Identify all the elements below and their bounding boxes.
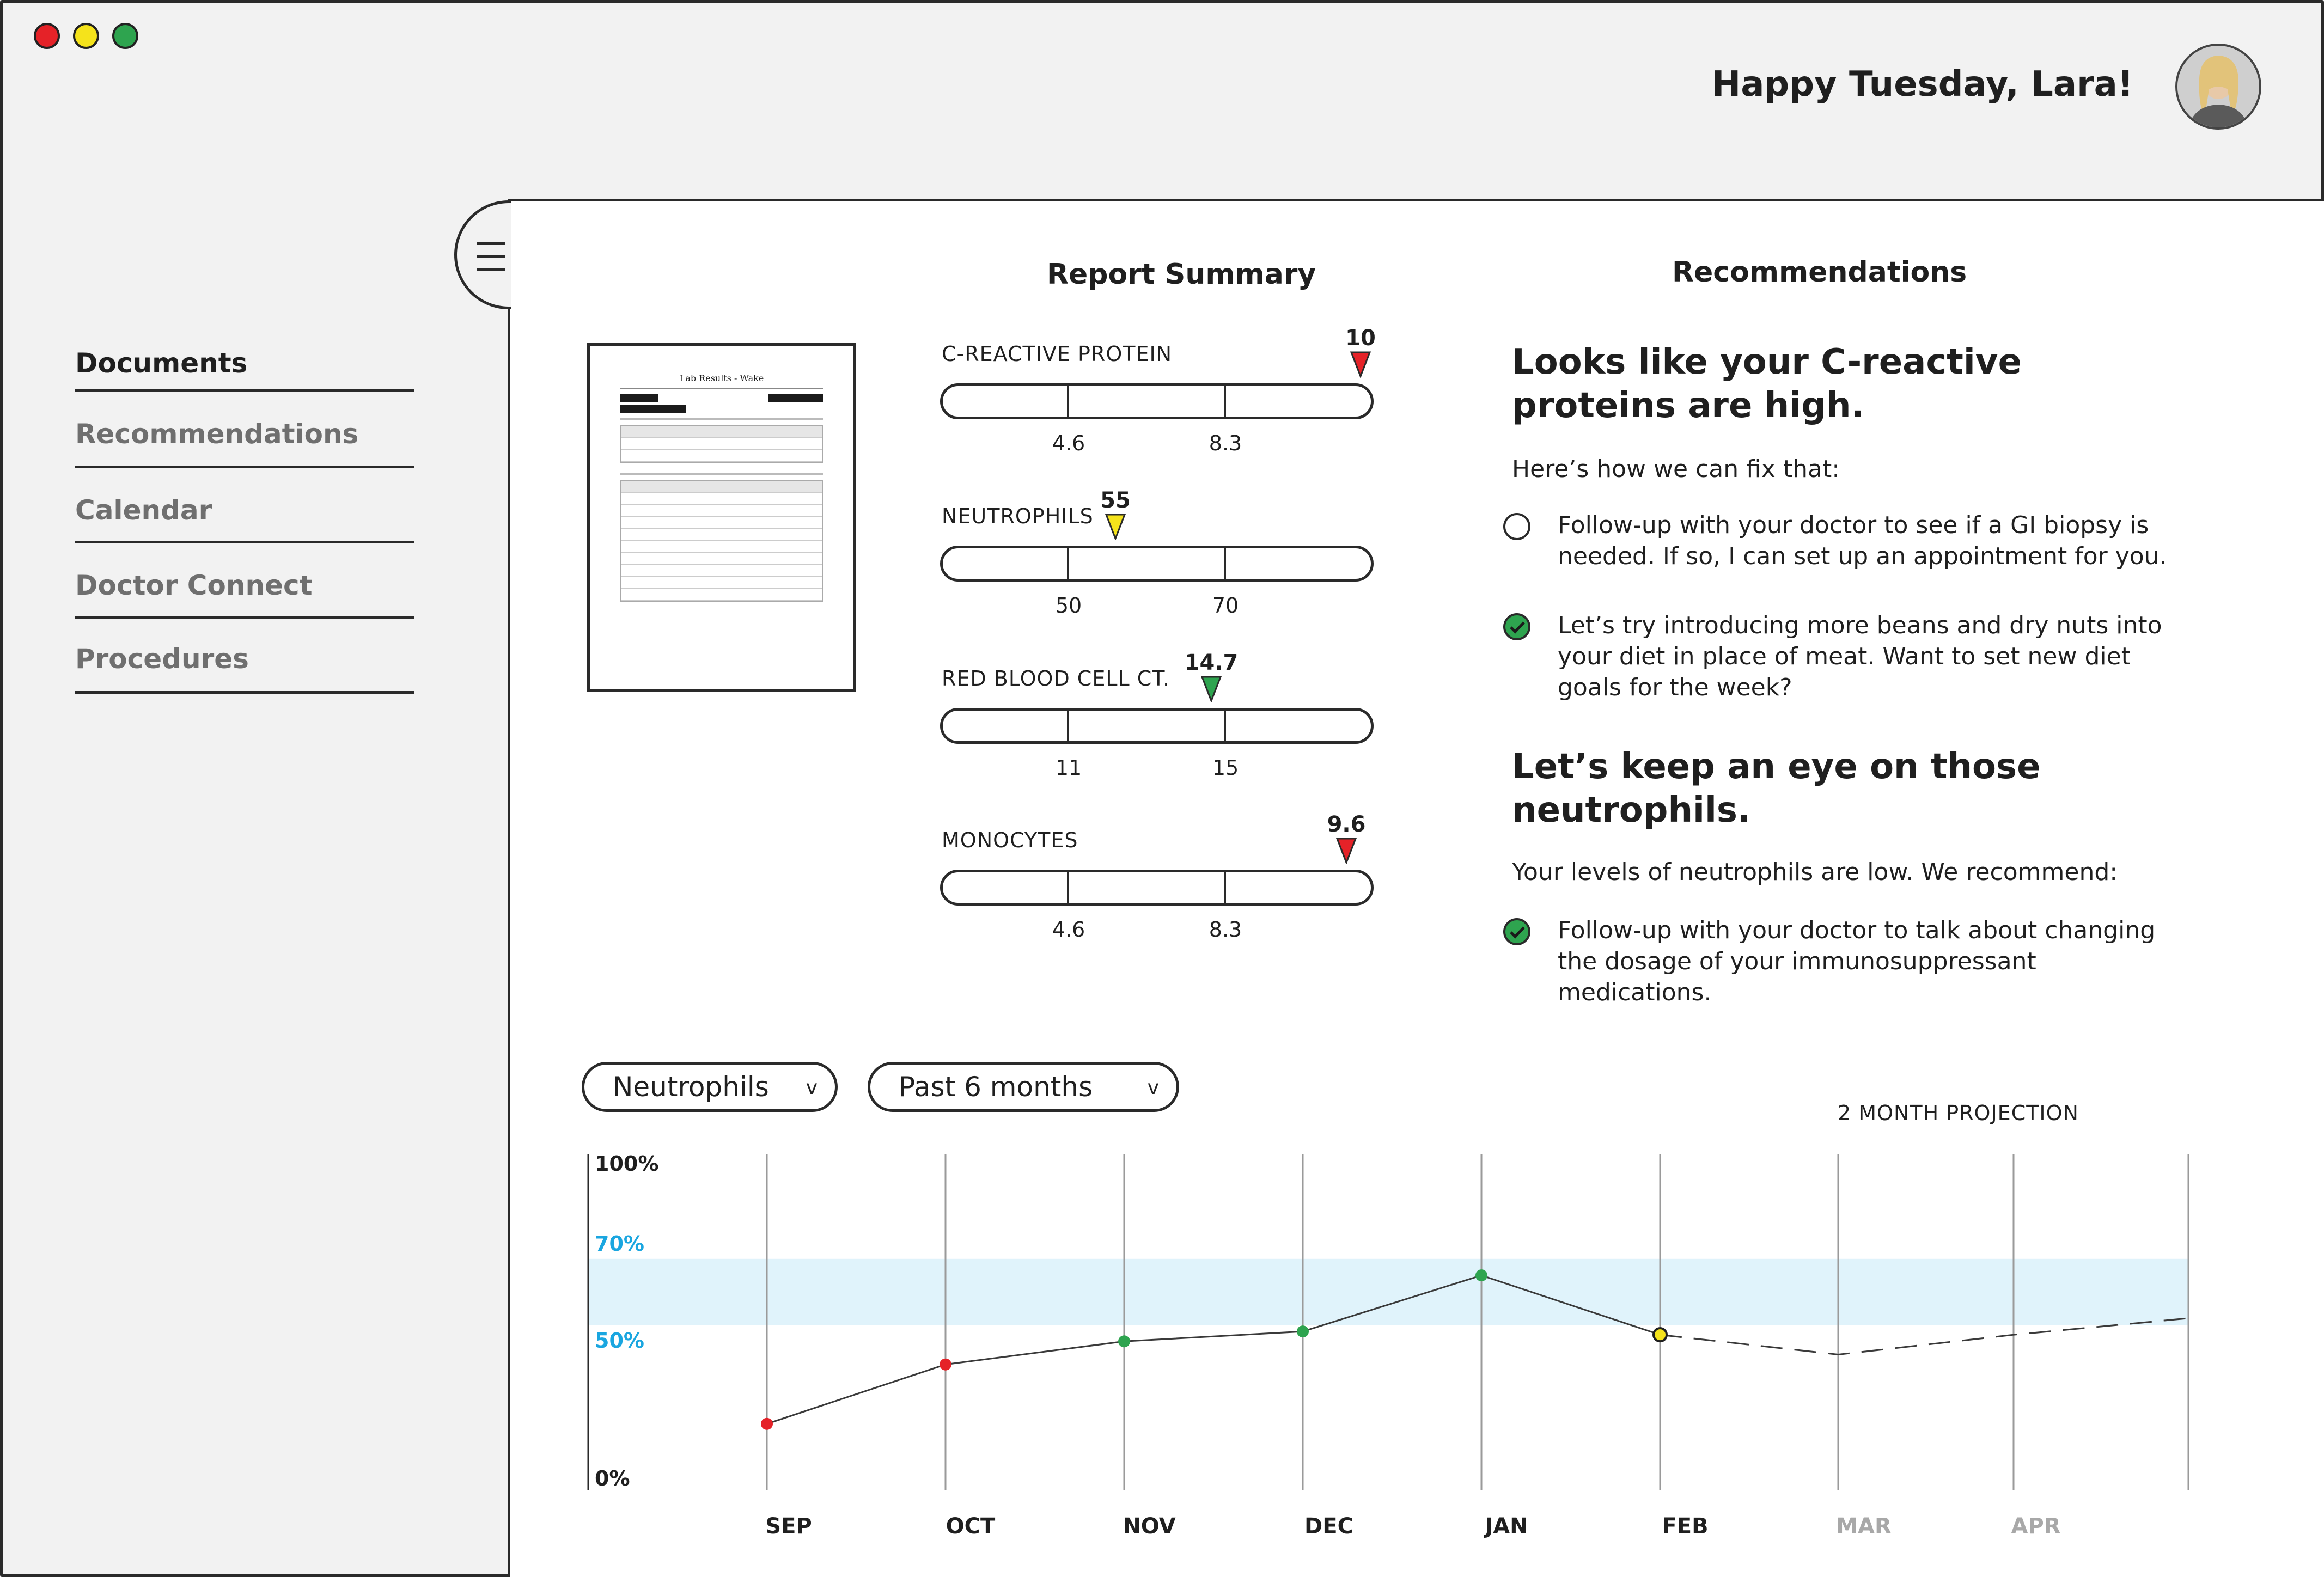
y-tick-label: 100% [595,1152,658,1176]
neutrophils-trend-chart: 100% 70% 50% 0% SEP OCT NOV DEC JAN FEB MAR APR [587,1152,2189,1539]
data-point [1652,1327,1668,1343]
data-point [1475,1269,1487,1282]
x-tick-label: MAR [1836,1514,1892,1539]
data-point [1118,1335,1130,1348]
x-tick-label: DEC [1304,1514,1353,1539]
data-point [761,1417,773,1430]
x-tick-label: NOV [1123,1514,1175,1539]
x-tick-label: SEP [765,1514,812,1539]
x-tick-label: JAN [1483,1514,1528,1539]
y-tick-label: 0% [595,1466,630,1490]
x-tick-label: APR [2011,1514,2060,1539]
y-tick-label: 50% [595,1329,644,1353]
x-tick-label: FEB [1662,1514,1708,1539]
normal-range-band [588,1258,2188,1325]
x-tick-label: OCT [946,1514,996,1539]
data-point [940,1358,951,1371]
data-point [1297,1325,1309,1338]
y-tick-label: 70% [595,1232,644,1256]
